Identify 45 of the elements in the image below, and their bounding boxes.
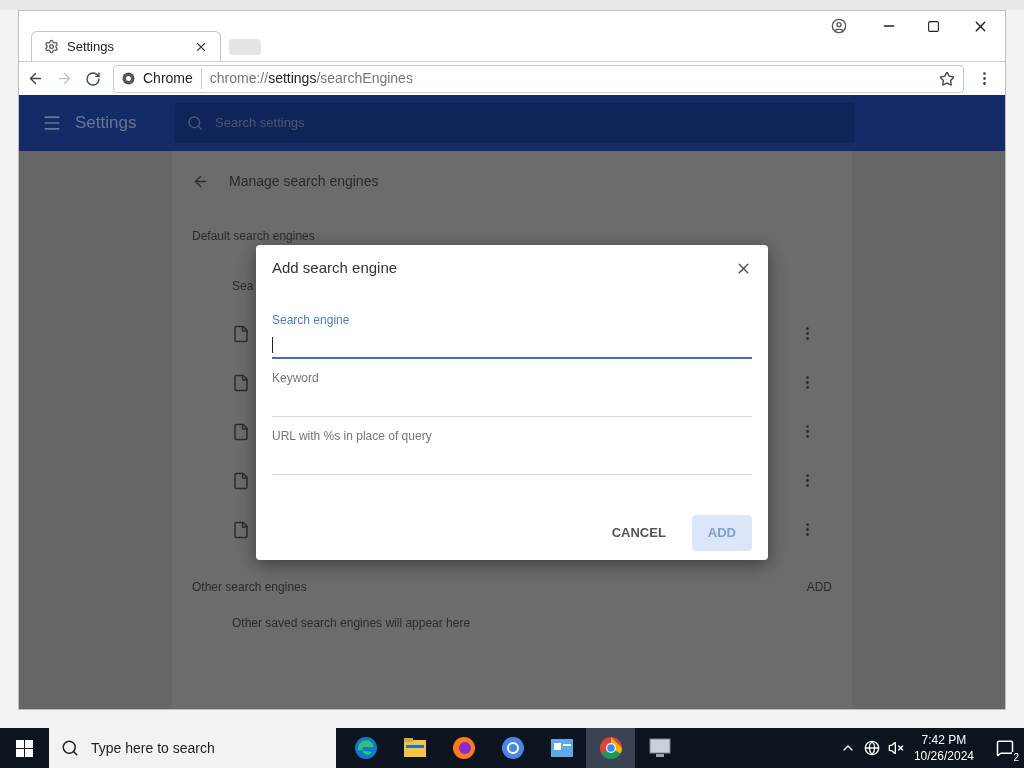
edge-icon xyxy=(353,736,378,760)
file-icon xyxy=(232,324,250,343)
notification-button[interactable]: 2 xyxy=(990,733,1020,763)
site-label: Chrome xyxy=(143,68,202,89)
dialog-title: Add search engine xyxy=(272,257,398,278)
page-title: Manage search engines xyxy=(229,171,379,191)
reload-icon[interactable] xyxy=(85,70,101,87)
search-icon xyxy=(187,115,203,131)
globe-icon[interactable] xyxy=(863,740,880,756)
url-text: chrome://settings/searchEngines xyxy=(209,69,414,88)
address-bar[interactable]: Chrome chrome://settings/searchEngines xyxy=(113,64,964,93)
settings-icon xyxy=(44,39,59,54)
muted-speaker-icon[interactable] xyxy=(887,740,904,756)
settings-title: Settings xyxy=(75,112,138,135)
notification-icon xyxy=(996,739,1014,757)
file-icon xyxy=(232,471,250,490)
profile-icon[interactable] xyxy=(831,18,847,34)
cancel-button[interactable]: CANCEL xyxy=(595,515,682,551)
file-icon xyxy=(232,520,250,539)
menu-icon[interactable] xyxy=(42,113,62,133)
section-heading: Other search engines xyxy=(192,579,307,596)
notification-count: 2 xyxy=(1012,752,1020,763)
clock-time: 7:42 PM xyxy=(921,732,967,748)
maximize-icon[interactable] xyxy=(927,19,940,33)
back-icon[interactable] xyxy=(27,70,44,87)
chromium-icon xyxy=(500,736,525,760)
browser-tab[interactable]: Settings xyxy=(31,31,221,61)
section-heading: Default search engines xyxy=(192,228,315,245)
taskbar-search-field[interactable]: Type here to search xyxy=(49,728,336,768)
file-icon xyxy=(232,373,250,392)
window-icon xyxy=(549,738,574,758)
file-icon xyxy=(232,422,250,441)
folder-icon xyxy=(402,737,427,759)
monitor-icon xyxy=(647,737,672,759)
empty-message: Other saved search engines will appear here xyxy=(232,615,472,632)
clock-date: 10/26/2024 xyxy=(913,748,974,764)
add-link[interactable]: ADD xyxy=(806,578,832,596)
input-field[interactable]: Search engine xyxy=(272,307,752,359)
search-icon xyxy=(61,739,79,757)
column-heading: Sea xyxy=(232,278,254,295)
input-field[interactable]: URL with %s in place of query xyxy=(272,423,752,475)
windows-logo-icon[interactable] xyxy=(16,739,33,757)
bookmark-star-icon[interactable] xyxy=(939,70,955,87)
input-field[interactable]: Keyword xyxy=(272,365,752,417)
firefox-icon xyxy=(451,736,476,760)
